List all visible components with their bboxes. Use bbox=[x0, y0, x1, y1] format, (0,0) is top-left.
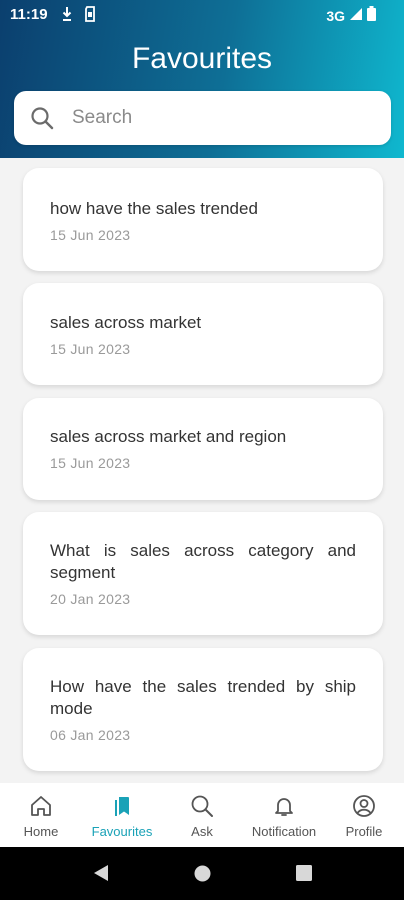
home-icon bbox=[29, 794, 53, 823]
favourite-title: sales across market and region bbox=[50, 427, 287, 446]
favourite-card[interactable]: how have the sales trended 15 Jun 2023 bbox=[23, 168, 383, 271]
bottom-nav: Home Favourites Ask Notification Profile bbox=[0, 783, 404, 847]
favourite-date: 06 Jan 2023 bbox=[50, 727, 131, 743]
favourite-card[interactable]: What is sales across category and segmen… bbox=[23, 512, 383, 635]
nav-label: Home bbox=[23, 824, 59, 839]
bell-icon bbox=[272, 794, 296, 823]
nav-profile[interactable]: Profile bbox=[338, 783, 390, 847]
favourite-card[interactable]: How have the sales trended by ship mode … bbox=[23, 648, 383, 771]
search-bar[interactable] bbox=[14, 91, 391, 145]
battery-icon bbox=[367, 6, 376, 26]
nav-notification[interactable]: Notification bbox=[243, 783, 325, 847]
favourite-card[interactable]: sales across market and region 15 Jun 20… bbox=[23, 398, 383, 500]
status-time: 11:19 bbox=[10, 6, 48, 23]
home-button-icon[interactable] bbox=[194, 865, 211, 887]
search-icon bbox=[190, 794, 214, 823]
favourite-date: 15 Jun 2023 bbox=[50, 341, 131, 357]
nav-label: Notification bbox=[251, 824, 317, 839]
app-header: 11:19 3G Favourites bbox=[0, 0, 404, 158]
favourite-card[interactable]: sales across market 15 Jun 2023 bbox=[23, 283, 383, 385]
download-icon bbox=[62, 6, 72, 22]
system-nav-bar bbox=[0, 847, 404, 900]
recents-icon[interactable] bbox=[296, 865, 312, 886]
nav-home[interactable]: Home bbox=[12, 783, 70, 847]
favourite-date: 15 Jun 2023 bbox=[50, 455, 131, 471]
nav-ask[interactable]: Ask bbox=[180, 783, 224, 847]
back-icon[interactable] bbox=[92, 864, 110, 887]
search-input[interactable] bbox=[72, 101, 372, 135]
profile-icon bbox=[352, 794, 376, 823]
page-title: Favourites bbox=[131, 42, 273, 75]
favourite-title: What is sales across category and segmen… bbox=[50, 541, 356, 582]
favourite-title: sales across market bbox=[50, 313, 202, 332]
favourite-title: How have the sales trended by ship mode bbox=[50, 677, 356, 718]
bookmark-icon bbox=[110, 794, 134, 823]
nav-label: Ask bbox=[191, 824, 213, 839]
favourite-title: how have the sales trended bbox=[50, 199, 258, 218]
favourite-date: 15 Jun 2023 bbox=[50, 227, 131, 243]
nav-label: Profile bbox=[345, 824, 383, 839]
status-bar: 11:19 3G bbox=[0, 0, 404, 30]
signal-icon bbox=[349, 7, 363, 26]
nav-favourites[interactable]: Favourites bbox=[84, 783, 160, 847]
network-type: 3G bbox=[326, 8, 345, 24]
sim-icon bbox=[84, 6, 96, 22]
nav-label: Favourites bbox=[91, 824, 153, 839]
search-icon bbox=[30, 106, 54, 135]
favourites-list: how have the sales trended 15 Jun 2023 s… bbox=[0, 158, 404, 783]
favourite-date: 20 Jan 2023 bbox=[50, 591, 131, 607]
